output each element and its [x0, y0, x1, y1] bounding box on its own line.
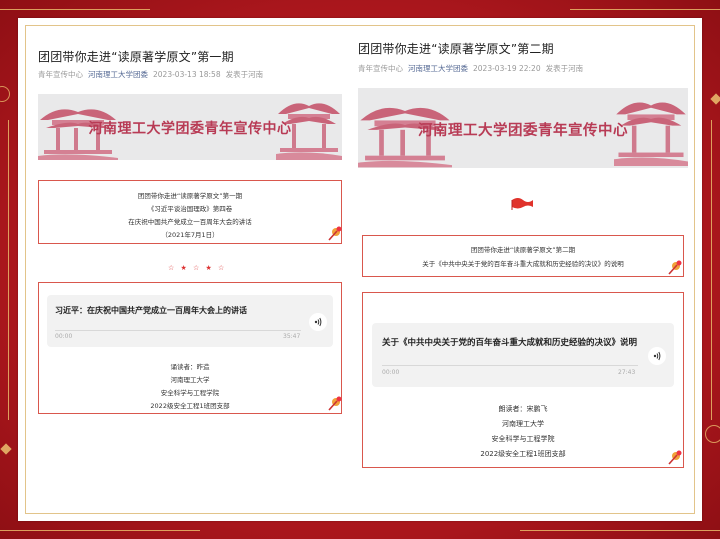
banner-image: 河南理工大学团委青年宣传中心 [358, 88, 688, 168]
brush-flower-icon [668, 450, 682, 465]
meta-datetime: 2023-03-13 18:58 [153, 70, 221, 79]
audio-progress-bar[interactable] [55, 330, 301, 331]
info-line: （2021年7月1日） [161, 231, 219, 239]
gold-line [0, 530, 200, 531]
credit-line: 河南理工大学 [170, 376, 210, 384]
info-line: 关于《中共中央关于党的百年奋斗重大成就和历史经验的决议》的说明 [422, 260, 624, 268]
credit-line: 2022级安全工程1班团支部 [480, 450, 566, 458]
gold-line [520, 530, 720, 531]
audio-current-time: 00:00 [55, 333, 73, 340]
issue-info-box: 团团带你走进“读原著学原文”第一期 《习近平谈治国理政》第四卷 在庆祝中国共产党… [38, 180, 342, 244]
audio-title: 关于《中共中央关于党的百年奋斗重大成就和历史经验的决议》说明 [382, 338, 638, 348]
brush-flower-icon [328, 226, 342, 241]
credit-line: 安全科学与工程学院 [160, 389, 220, 397]
volume-icon [653, 351, 661, 361]
info-line: 团团带你走进“读原著学原文”第二期 [470, 246, 576, 254]
poster-paper: 团团带你走进“读原著学原文”第一期 青年宣传中心 河南理工大学团委 2023-03-… [18, 18, 702, 521]
article-title: 团团带你走进“读原著学原文”第一期 [38, 50, 234, 64]
credit-line: 2022级安全工程1班团支部 [150, 402, 230, 410]
credit-line: 朗读者：宋鹏飞 [498, 405, 548, 413]
audio-progress-bar[interactable] [382, 365, 638, 366]
audio-duration: 35:47 [283, 333, 301, 340]
article-meta: 青年宣传中心 河南理工大学团委 2023-03-19 22:20 发表于河南 [358, 63, 588, 74]
audio-duration: 27:43 [618, 369, 636, 376]
audio-play-button[interactable] [648, 347, 666, 365]
brush-flower-icon [328, 396, 342, 411]
gold-line [570, 9, 720, 10]
meta-location: 发表于河南 [225, 70, 264, 79]
gold-line [0, 9, 150, 10]
article-meta: 青年宣传中心 河南理工大学团委 2023-03-13 18:58 发表于河南 [38, 69, 268, 80]
credit-line: 安全科学与工程学院 [491, 435, 555, 443]
meta-location: 发表于河南 [545, 64, 584, 73]
audio-play-button[interactable] [309, 313, 327, 331]
banner-title: 河南理工大学团委青年宣传中心 [418, 122, 628, 139]
audio-player[interactable]: 关于《中共中央关于党的百年奋斗重大成就和历史经验的决议》说明 00:00 27:… [372, 323, 674, 387]
gold-circle-icon [705, 425, 720, 443]
star-divider: ☆ ★ ☆ ★ ☆ [168, 264, 227, 272]
audio-box: 关于《中共中央关于党的百年奋斗重大成就和历史经验的决议》说明 00:00 27:… [362, 292, 684, 468]
gold-line [711, 120, 712, 420]
meta-datetime: 2023-03-19 22:20 [473, 64, 541, 73]
audio-title: 习近平：在庆祝中国共产党成立一百周年大会上的讲话 [55, 306, 247, 315]
credit-line: 河南理工大学 [502, 420, 544, 428]
account-link[interactable]: 河南理工大学团委 [408, 64, 468, 73]
account-link[interactable]: 河南理工大学团委 [88, 70, 148, 79]
info-line: 《习近平谈治国理政》第四卷 [147, 205, 233, 213]
brush-flower-icon [668, 260, 682, 275]
gold-line [8, 120, 9, 420]
meta-source: 青年宣传中心 [358, 64, 403, 73]
meta-source: 青年宣传中心 [38, 70, 83, 79]
audio-current-time: 00:00 [382, 369, 400, 376]
issue-info-box: 团团带你走进“读原著学原文”第二期 关于《中共中央关于党的百年奋斗重大成就和历史… [362, 235, 684, 277]
info-line: 在庆祝中国共产党成立一百周年大会的讲话 [128, 218, 252, 226]
audio-player[interactable]: 习近平：在庆祝中国共产党成立一百周年大会上的讲话 00:00 35:47 [47, 295, 333, 347]
article-title: 团团带你走进“读原著学原文”第二期 [358, 42, 554, 56]
banner-image: 河南理工大学团委青年宣传中心 [38, 94, 342, 160]
credit-line: 诵读者：昨造 [170, 363, 210, 371]
info-line: 团团带你走进“读原著学原文”第一期 [137, 192, 243, 200]
flag-icon [511, 198, 533, 210]
banner-title: 河南理工大学团委青年宣传中心 [88, 121, 292, 137]
audio-box: 习近平：在庆祝中国共产党成立一百周年大会上的讲话 00:00 35:47 诵读者… [38, 282, 342, 414]
volume-icon [314, 317, 322, 327]
